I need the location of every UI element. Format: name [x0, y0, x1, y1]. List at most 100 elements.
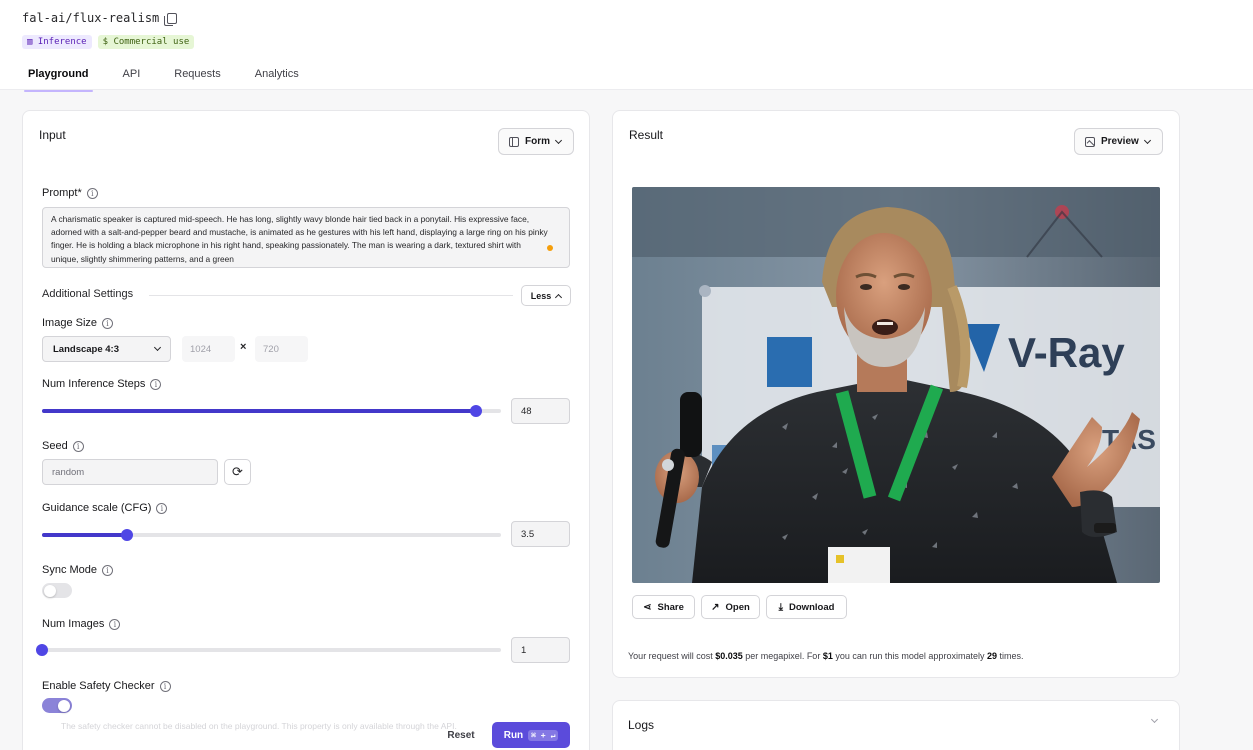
info-icon[interactable]: i	[159, 680, 171, 692]
share-button[interactable]: ⋖ Share	[632, 595, 695, 619]
safety-checker-label: Enable Safety Checker i	[42, 680, 171, 692]
info-icon[interactable]: i	[86, 187, 98, 199]
info-icon[interactable]: i	[156, 502, 168, 514]
guidance-label-text: Guidance scale (CFG)	[42, 502, 152, 514]
slider-fill	[42, 533, 127, 537]
share-label: Share	[657, 601, 684, 613]
grammar-dot-icon	[547, 245, 553, 251]
num-images-input[interactable]: 1	[511, 637, 570, 663]
copy-icon[interactable]	[164, 12, 178, 26]
less-label: Less	[530, 290, 552, 301]
num-images-slider[interactable]	[36, 644, 501, 656]
width-input[interactable]: 1024	[182, 336, 235, 362]
result-image[interactable]: V-Ray TAS	[632, 187, 1160, 583]
run-label: Run	[503, 729, 524, 741]
cost-times: 29	[986, 651, 997, 661]
open-button[interactable]: ↗ Open	[701, 595, 760, 619]
result-panel: Result Preview V-Ray ⋖ Share ↗ Open ⤓ Do…	[612, 110, 1180, 678]
info-icon[interactable]: i	[109, 618, 121, 630]
image-size-selected: Landscape 4:3	[53, 343, 119, 355]
name-badge	[828, 547, 890, 583]
image-size-label: Image Size i	[42, 317, 114, 329]
generated-photo: V-Ray TAS	[632, 187, 1160, 583]
toggle-knob	[58, 699, 70, 712]
download-button[interactable]: ⤓ Download	[766, 595, 847, 619]
form-icon	[509, 136, 519, 147]
seed-label: Seed i	[42, 440, 84, 452]
reset-button[interactable]: Reset	[437, 723, 485, 747]
download-icon: ⤓	[778, 601, 784, 613]
run-shortcut: ⌘ + ↵	[528, 729, 559, 741]
image-size-select[interactable]: Landscape 4:3	[42, 336, 171, 362]
tab-api[interactable]: API	[123, 68, 141, 94]
info-icon[interactable]: i	[150, 378, 162, 390]
tab-analytics[interactable]: Analytics	[255, 68, 299, 94]
chevron-down-icon	[554, 136, 563, 144]
sync-mode-label-text: Sync Mode	[42, 564, 98, 576]
preview-label: Preview	[1101, 136, 1139, 147]
safety-checker-label-text: Enable Safety Checker	[42, 680, 155, 692]
seed-input[interactable]: random	[42, 459, 218, 485]
input-title: Input	[39, 128, 66, 142]
info-icon[interactable]: i	[102, 317, 114, 329]
slider-thumb[interactable]	[469, 405, 482, 417]
guidance-input[interactable]: 3.5	[511, 521, 570, 547]
inference-steps-label: Num Inference Steps i	[42, 378, 162, 390]
cost-mid2: you can run this model approximately	[835, 651, 985, 661]
guidance-slider[interactable]	[42, 529, 501, 541]
preview-dropdown[interactable]: Preview	[1074, 128, 1163, 155]
cost-mid: per megapixel. For	[745, 651, 821, 661]
additional-settings-label: Additional Settings	[42, 288, 134, 300]
banner-brand-text: V-Ray	[1008, 329, 1125, 376]
model-name-text: fal-ai/flux-realism	[22, 11, 160, 25]
tab-playground[interactable]: Playground	[24, 68, 93, 94]
open-label: Open	[725, 601, 750, 613]
model-title: fal-ai/flux-realism	[22, 11, 178, 26]
image-size-label-text: Image Size	[42, 317, 98, 329]
cost-prefix: Your request will cost	[628, 651, 713, 661]
inference-steps-label-text: Num Inference Steps	[42, 378, 146, 390]
tab-requests[interactable]: Requests	[174, 68, 220, 94]
safety-checker-toggle[interactable]	[42, 698, 72, 713]
commercial-use-badge: $ Commercial use	[97, 35, 195, 49]
slider-thumb[interactable]	[36, 644, 48, 656]
logs-title: Logs	[628, 718, 655, 732]
slider-thumb[interactable]	[120, 529, 133, 541]
cost-suffix: times.	[999, 651, 1024, 661]
run-button[interactable]: Run ⌘ + ↵	[492, 722, 570, 748]
sync-mode-label: Sync Mode i	[42, 564, 114, 576]
safety-note: The safety checker cannot be disabled on…	[61, 721, 457, 731]
chevron-down-icon[interactable]	[1150, 715, 1159, 724]
num-images-label: Num Images i	[42, 618, 121, 630]
seed-label-text: Seed	[42, 440, 68, 452]
prompt-label-text: Prompt*	[42, 187, 82, 199]
download-label: Download	[789, 601, 835, 613]
toggle-knob	[44, 584, 56, 597]
divider	[149, 295, 513, 296]
num-images-label-text: Num Images	[42, 618, 105, 630]
form-label: Form	[525, 136, 550, 147]
cost-price: $0.035	[715, 651, 743, 661]
share-icon: ⋖	[643, 601, 652, 613]
prompt-label: Prompt* i	[42, 187, 98, 199]
form-view-dropdown[interactable]: Form	[498, 128, 574, 155]
less-button[interactable]: Less	[521, 285, 571, 306]
logs-panel[interactable]: Logs	[612, 700, 1180, 750]
inference-steps-input[interactable]: 48	[511, 398, 570, 424]
height-input[interactable]: 720	[255, 336, 308, 362]
top-bar: fal-ai/flux-realism ▥ Inference $ Commer…	[0, 0, 1253, 92]
badges: ▥ Inference $ Commercial use	[22, 35, 195, 49]
info-icon[interactable]: i	[102, 564, 114, 576]
info-icon[interactable]: i	[72, 440, 84, 452]
refresh-icon[interactable]: ⟳	[224, 459, 251, 485]
cost-dollar: $1	[822, 651, 833, 661]
dimension-separator: ×	[240, 341, 247, 353]
guidance-label: Guidance scale (CFG) i	[42, 502, 168, 514]
slider-fill	[42, 409, 476, 413]
tab-bar: Playground API Requests Analytics	[24, 68, 299, 94]
inference-badge: ▥ Inference	[22, 35, 92, 49]
inference-steps-slider[interactable]	[42, 405, 501, 417]
input-panel: Input Form Prompt* i A charismatic speak…	[22, 110, 590, 750]
sync-mode-toggle[interactable]	[42, 583, 72, 598]
prompt-input[interactable]: A charismatic speaker is captured mid-sp…	[42, 207, 570, 268]
